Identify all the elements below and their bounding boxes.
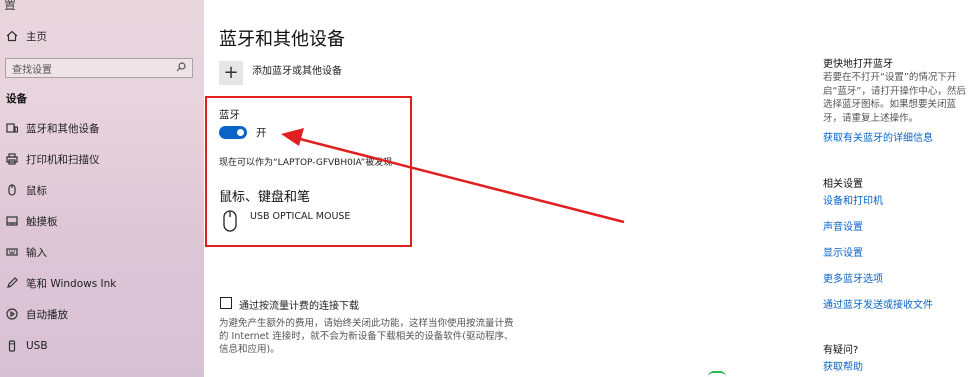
nav-pane: 置 主页 查找设置 设备 蓝牙和其他设备 打印机和扫描仪 鼠标 触摸板 输入 笔… [0, 0, 204, 377]
send-receive-files-link[interactable]: 通过蓝牙发送或接收文件 [823, 296, 933, 311]
keyboard-icon [5, 245, 19, 259]
nav-item-printers[interactable]: 打印机和扫描仪 [0, 147, 204, 171]
touchpad-icon [5, 214, 19, 228]
toggle-knob [237, 129, 244, 136]
mouse-icon[interactable] [221, 209, 239, 233]
display-settings-link[interactable]: 显示设置 [823, 244, 863, 259]
mouse-section-heading: 鼠标、键盘和笔 [219, 190, 311, 205]
nav-item-label: 打印机和扫描仪 [26, 153, 100, 166]
add-device-button[interactable]: + [219, 61, 243, 85]
nav-item-pen[interactable]: 笔和 Windows Ink [0, 271, 204, 295]
plus-icon: + [223, 62, 239, 83]
nav-item-mouse[interactable]: 鼠标 [0, 178, 204, 202]
window-title-fragment: 置 [4, 0, 17, 12]
nav-item-label: USB [26, 340, 48, 352]
devices-printers-link[interactable]: 设备和打印机 [823, 192, 883, 207]
devices-icon [5, 121, 19, 135]
related-settings-heading: 相关设置 [823, 179, 863, 190]
bluetooth-toggle[interactable] [219, 126, 247, 139]
nav-item-usb[interactable]: USB [0, 334, 204, 358]
metered-description: 为避免产生额外的费用，请始终关闭此功能，这样当你使用按流量计费的 Interne… [219, 318, 514, 355]
quick-bluetooth-heading: 更快地打开蓝牙 [823, 59, 893, 70]
page-title: 蓝牙和其他设备 [219, 29, 345, 50]
home-icon [5, 29, 19, 43]
printer-icon [5, 152, 19, 166]
nav-item-label: 自动播放 [26, 308, 68, 321]
mouse-device-name[interactable]: USB OPTICAL MOUSE [250, 211, 350, 222]
sound-settings-link[interactable]: 声音设置 [823, 218, 863, 233]
nav-item-touchpad[interactable]: 触摸板 [0, 209, 204, 233]
nav-item-label: 触摸板 [26, 215, 58, 228]
mouse-icon [5, 183, 19, 197]
add-device-label[interactable]: 添加蓝牙或其他设备 [252, 62, 342, 77]
pen-icon [5, 276, 19, 290]
bluetooth-state: 开 [256, 127, 267, 139]
green-decoration [708, 371, 726, 377]
more-bluetooth-options-link[interactable]: 更多蓝牙选项 [823, 270, 883, 285]
nav-section-title: 设备 [6, 93, 27, 105]
autoplay-icon [5, 307, 19, 321]
nav-item-autoplay[interactable]: 自动播放 [0, 302, 204, 326]
bluetooth-label: 蓝牙 [219, 109, 240, 121]
nav-item-label: 蓝牙和其他设备 [26, 122, 100, 135]
bluetooth-info-link[interactable]: 获取有关蓝牙的详细信息 [823, 129, 933, 144]
get-help-link[interactable]: 获取帮助 [823, 358, 863, 373]
nav-home[interactable]: 主页 [0, 24, 204, 48]
search-placeholder: 查找设置 [12, 64, 52, 76]
search-icon [176, 61, 186, 75]
metered-label[interactable]: 通过按流量计费的连接下载 [239, 297, 359, 312]
usb-icon [5, 339, 19, 353]
discoverable-text: 现在可以作为“LAPTOP-GFVBH0IA”被发现 [219, 158, 393, 168]
nav-item-label: 笔和 Windows Ink [26, 277, 117, 290]
quick-bluetooth-description: 若要在不打开“设置”的情况下开启“蓝牙”，请打开操作中心，然后选择蓝牙图标。如果… [823, 72, 966, 124]
search-input[interactable]: 查找设置 [5, 58, 193, 78]
nav-item-label: 鼠标 [26, 184, 47, 197]
nav-item-typing[interactable]: 输入 [0, 240, 204, 264]
help-heading: 有疑问? [823, 345, 859, 356]
nav-item-label: 输入 [26, 246, 47, 259]
metered-checkbox[interactable] [220, 297, 232, 309]
nav-item-bluetooth[interactable]: 蓝牙和其他设备 [0, 116, 204, 140]
nav-home-label: 主页 [26, 30, 47, 43]
